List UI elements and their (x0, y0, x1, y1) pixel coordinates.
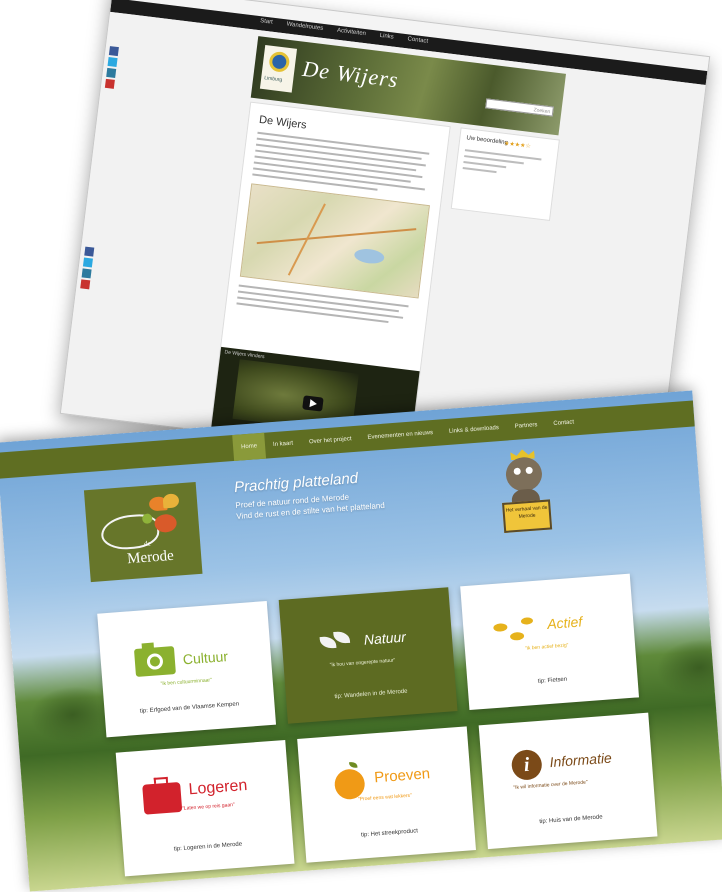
banner-title: De Wijers (301, 55, 400, 93)
googleplus-icon[interactable] (80, 279, 91, 290)
googleplus-icon[interactable] (104, 78, 115, 89)
mascot-sign: Het verhaal van de Merode (502, 499, 553, 533)
card-cultuur-title: Cultuur (182, 648, 229, 668)
share-icon[interactable] (106, 67, 117, 78)
butterfly-wing-icon (162, 493, 180, 509)
nav-item-links-downloads[interactable]: Links & downloads (440, 414, 508, 445)
logo-text-big: Merode (126, 547, 175, 568)
main-article: De Wijers De Wijers vlinders (209, 101, 451, 456)
suitcase-icon (142, 781, 183, 815)
card-natuur-footer: tip: Wandelen in de Merode (334, 688, 408, 701)
star-rating[interactable]: ★★★★☆ (504, 140, 532, 150)
twitter-icon[interactable] (82, 257, 93, 268)
footsteps-icon (493, 615, 535, 648)
info-icon: i (510, 748, 543, 782)
card-cultuur-subtitle: "ik ben cultuurminnaar" (160, 677, 213, 688)
card-logeren-title: Logeren (188, 776, 248, 799)
video-title: De Wijers vlinders (224, 349, 265, 361)
leaf-icon (319, 630, 351, 653)
twitter-icon[interactable] (107, 56, 118, 68)
card-informatie-subtitle: "Ik wil informatie over de Merode" (513, 779, 588, 791)
card-cultuur[interactable]: Cultuur "ik ben cultuurminnaar" tip: Erf… (97, 600, 277, 738)
logo-text: Limburg (263, 75, 283, 84)
card-logeren[interactable]: Logeren "Laten we op reis gaan" tip: Log… (115, 739, 295, 877)
nav-item-evenementen[interactable]: Evenementen en nieuws (359, 419, 442, 451)
card-informatie-footer: tip: Huis van de Merode (539, 814, 603, 826)
facebook-icon[interactable] (108, 46, 119, 57)
nav-item-activities[interactable]: Activiteiten (337, 28, 367, 37)
share-icon[interactable] (81, 268, 92, 279)
nav-item-partners[interactable]: Partners (506, 412, 547, 441)
site-logo[interactable]: Limburg (259, 44, 298, 93)
butterfly-wing-lower-icon (153, 513, 178, 534)
card-logeren-subtitle: "Laten we op reis gaan" (181, 801, 235, 812)
card-informatie-title: Informatie (549, 749, 613, 771)
de-merode-screenshot: Home In kaart Over het project Evenement… (0, 390, 722, 892)
nav-item-links[interactable]: Links (379, 33, 394, 41)
logo-text-small: de (143, 539, 152, 548)
logo-emblem-icon (268, 50, 291, 73)
search-input[interactable]: Zoeken (485, 98, 554, 117)
merode-logo[interactable]: de Merode (83, 481, 203, 583)
mascot-figure[interactable]: Het verhaal van de Merode (494, 447, 557, 541)
nav-item-in-kaart[interactable]: In kaart (264, 430, 302, 459)
nav-item-contact[interactable]: Contact (544, 409, 583, 438)
card-informatie[interactable]: i Informatie "Ik wil informatie over de … (478, 712, 658, 850)
hero-tagline: Prachtig platteland Proef de natuur rond… (234, 468, 386, 521)
card-proeven-footer: tip: Het streekproduct (360, 828, 419, 839)
card-actief-footer: tip: Fietsen (537, 676, 568, 685)
area-map[interactable] (239, 183, 430, 299)
nav-item-contact[interactable]: Contact (407, 36, 428, 44)
nav-item-start[interactable]: Start (260, 18, 273, 25)
share-buttons-top (104, 46, 119, 91)
share-buttons-bottom (80, 246, 95, 292)
card-natuur-subtitle: "ik hou van ongerepte natuur" (329, 657, 396, 669)
card-natuur[interactable]: Natuur "ik hou van ongerepte natuur" tip… (278, 587, 458, 724)
mascot-head (504, 456, 544, 493)
nav-item-home[interactable]: Home (232, 432, 267, 462)
card-proeven-title: Proeven (373, 765, 431, 787)
nav-item-over-het-project[interactable]: Over het project (300, 426, 360, 456)
facebook-icon[interactable] (84, 246, 95, 257)
card-logeren-footer: tip: Logeren in de Merode (173, 841, 243, 853)
card-cultuur-footer: tip: Erfgoed van de Vlaamse Kempen (139, 701, 240, 715)
card-actief-title: Actief (546, 613, 583, 632)
play-icon[interactable] (302, 395, 324, 412)
nav-item-routes[interactable]: Wandelroutes (286, 21, 323, 31)
card-proeven-subtitle: "Proef eens wat lekkers" (357, 792, 413, 803)
card-actief[interactable]: Actief "ik ben actief bezig" tip: Fietse… (460, 573, 640, 711)
camera-icon (133, 646, 176, 677)
card-natuur-title: Natuur (363, 628, 407, 648)
sidebar-rating: Uw beoordeling ★★★★☆ (450, 127, 560, 221)
card-proeven[interactable]: Proeven "Proef eens wat lekkers" tip: He… (297, 726, 476, 863)
